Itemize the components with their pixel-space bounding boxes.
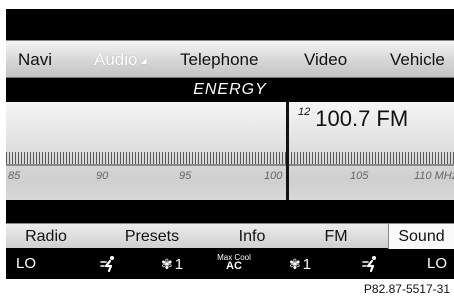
scale-label: 85 [8,170,21,182]
figure-reference-code: P82.87-5517-31 [363,282,450,296]
fan-icon: ✾ [160,256,173,272]
menu-item-navi[interactable]: Navi [18,41,52,79]
softkey-label: Presets [124,228,180,245]
menu-item-video[interactable]: Video [304,41,347,79]
right-temperature[interactable]: LO [424,249,450,279]
tuner-scale-baseline [6,164,454,166]
softkey-radio[interactable]: Radio [10,224,82,249]
head-unit-screen: Navi Audio ◢ Telephone Video Vehicle ENER… [6,9,454,279]
frequency-tuner[interactable]: 85 90 95 100 105 110 MHz 12 100.7 FM [6,102,454,200]
fan-level: 1 [174,256,184,273]
scale-label: 110 MHz [414,170,454,182]
menu-item-label: Telephone [180,50,259,69]
fan-level: 1 [302,256,312,273]
fan-icon: ✾ [288,256,301,272]
menu-item-audio[interactable]: Audio ◢ [94,41,147,79]
tuner-needle [286,102,289,200]
climate-status-bar: LO ✾ 1 Max Cool AC ✾ 1 LO [6,249,454,279]
softkey-label: Sound [398,228,445,245]
menu-item-label: Audio [94,50,138,69]
scale-label: 90 [96,170,109,182]
left-temperature[interactable]: LO [14,249,38,279]
left-fan-speed[interactable]: ✾ 1 [152,249,192,279]
softkey-info[interactable]: Info [228,224,276,249]
softkey-fm[interactable]: FM [312,224,360,249]
softkey-sound[interactable]: Sound [388,224,454,249]
ac-label: AC [226,260,242,272]
menu-item-telephone[interactable]: Telephone [180,41,258,79]
max-cool-ac-button[interactable]: Max Cool AC [212,253,256,272]
softkey-presets[interactable]: Presets [112,224,192,249]
scale-label: 95 [179,170,192,182]
menu-item-label: Vehicle [390,50,445,69]
softkey-label: FM [324,228,348,245]
menu-item-label: Video [304,50,348,69]
softkey-label: Info [238,228,266,245]
right-air-distribution-icon[interactable] [356,249,386,279]
frequency-value: 100.7 FM [315,106,409,131]
softkey-label: Radio [25,228,67,245]
main-menu-bar: Navi Audio ◢ Telephone Video Vehicle [6,40,454,78]
left-air-distribution-icon[interactable] [94,249,124,279]
tuner-scale-ticks [6,152,454,164]
preset-number: 12 [298,106,311,118]
submenu-caret-icon: ◢ [140,55,147,65]
menu-item-vehicle[interactable]: Vehicle [390,41,445,79]
softkey-bar: Radio Presets Info FM Sound [6,223,454,249]
station-name: ENERGY [193,81,267,98]
right-fan-speed[interactable]: ✾ 1 [280,249,320,279]
scale-label: 100 [264,170,283,182]
menu-item-label: Navi [18,50,53,69]
scale-label: 105 [350,170,369,182]
frequency-readout: 12 100.7 FM [298,106,408,132]
